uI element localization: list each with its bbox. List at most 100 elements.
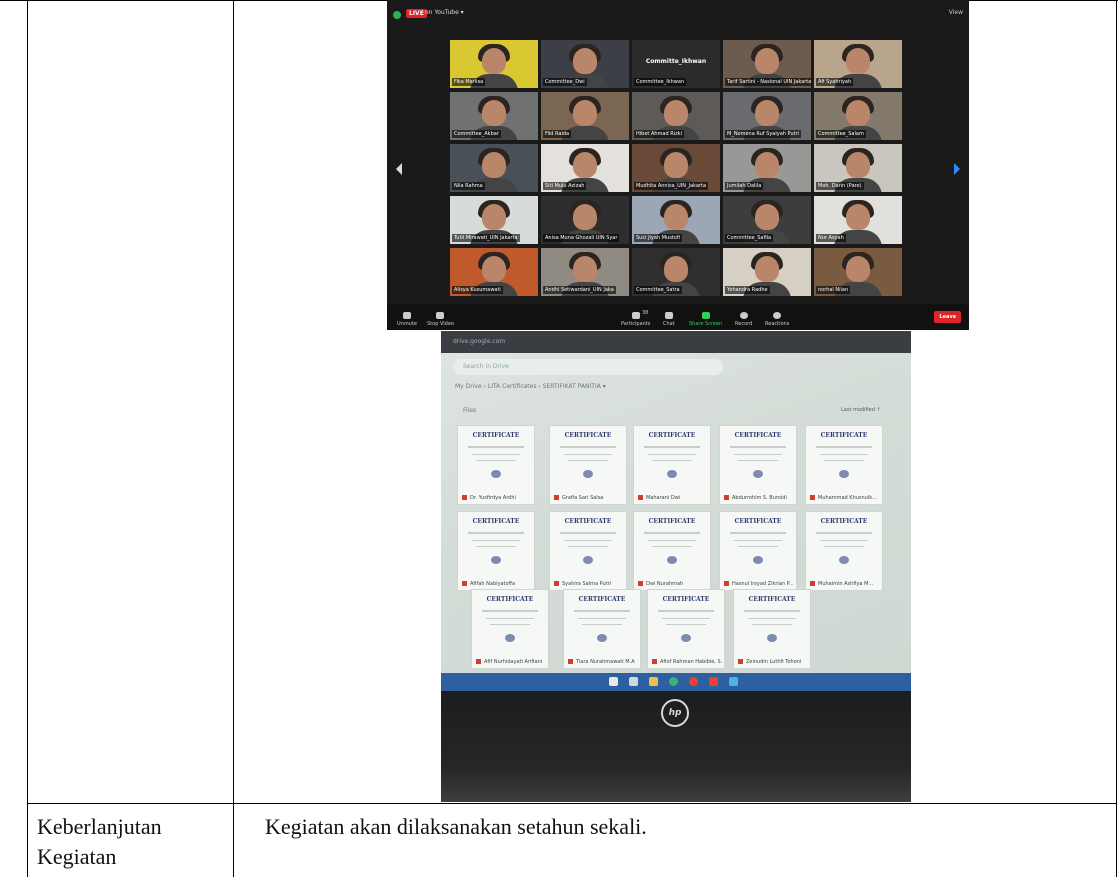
participant-tile: Fild Raida bbox=[541, 92, 629, 140]
reactions-icon bbox=[773, 312, 782, 319]
participant-face bbox=[573, 100, 597, 126]
participant-tile: norhal Nilan bbox=[814, 248, 902, 296]
participant-name: Fild Raida bbox=[543, 130, 572, 138]
chrome-icon bbox=[689, 677, 698, 686]
participant-name: Committee_Satra bbox=[634, 286, 682, 294]
participant-tile: Alisya Kusumawati bbox=[450, 248, 538, 296]
next-page-icon bbox=[954, 163, 960, 175]
camera-icon bbox=[436, 312, 445, 319]
zoom-top-bar: LIVE on YouTube ▾ View bbox=[387, 0, 969, 34]
text-line bbox=[486, 618, 534, 619]
seal-icon bbox=[839, 470, 849, 478]
certificate-file: CERTIFICATE Afifah Nabiyatoffa bbox=[457, 511, 535, 591]
text-line bbox=[644, 446, 700, 448]
text-line bbox=[744, 610, 800, 612]
certificate-title: CERTIFICATE bbox=[648, 518, 696, 525]
certificate-title: CERTIFICATE bbox=[662, 596, 710, 603]
certificate-title: CERTIFICATE bbox=[648, 432, 696, 439]
participant-name: Andhi Setiwardani_UIN Jaka bbox=[543, 286, 616, 294]
seal-icon bbox=[583, 470, 593, 478]
file-name: Grafia Sari Salsa bbox=[554, 495, 624, 501]
leave-button: Leave bbox=[934, 311, 961, 323]
row-label-line-1: Keberlanjutan bbox=[37, 814, 162, 839]
text-line bbox=[564, 540, 612, 541]
text-line bbox=[574, 610, 630, 612]
text-line bbox=[468, 532, 524, 534]
text-line bbox=[738, 460, 778, 461]
file-name: Dwi Nurahmah bbox=[638, 581, 708, 587]
table-left-border bbox=[27, 0, 28, 877]
participant-name: Alisya Kusumawati bbox=[452, 286, 503, 294]
seal-icon bbox=[753, 556, 763, 564]
search-icon bbox=[629, 677, 638, 686]
participant-name: Siti Mulu Azizah bbox=[543, 182, 587, 190]
text-line bbox=[734, 540, 782, 541]
text-line bbox=[472, 454, 520, 455]
edge-icon bbox=[669, 677, 678, 686]
file-name: Abdurrohim S. Buroidi bbox=[724, 495, 794, 501]
certificate-title: CERTIFICATE bbox=[734, 518, 782, 525]
row-label-line-2: Kegiatan bbox=[37, 844, 117, 869]
text-line bbox=[730, 446, 786, 448]
seal-icon bbox=[667, 556, 677, 564]
share-screen-label: Share Screen bbox=[689, 321, 723, 327]
certificate-file: CERTIFICATE Syahira Salma Putri bbox=[549, 511, 627, 591]
seal-icon bbox=[767, 634, 777, 642]
certificate-title: CERTIFICATE bbox=[734, 432, 782, 439]
certificate-file: CERTIFICATE Grafia Sari Salsa bbox=[549, 425, 627, 505]
participant-tile: Mudhita Annisa_UIN_Jakarta bbox=[632, 144, 720, 192]
file-name: Muhaimin Ashfiya M... bbox=[810, 581, 880, 587]
text-line bbox=[824, 460, 864, 461]
participant-face bbox=[482, 100, 506, 126]
zoom-meeting-screenshot: LIVE on YouTube ▾ View Fika Marlisa Commi… bbox=[387, 0, 969, 330]
drive-breadcrumb: My Drive › LITA Certificates › SERTIFIKA… bbox=[455, 383, 606, 390]
seal-icon bbox=[667, 470, 677, 478]
windows-icon bbox=[609, 677, 618, 686]
text-line bbox=[820, 540, 868, 541]
participant-name: Yohandra Radhe bbox=[725, 286, 770, 294]
browser-bar: drive.google.com bbox=[441, 331, 911, 353]
people-icon bbox=[631, 312, 640, 319]
participant-face bbox=[755, 100, 779, 126]
text-line bbox=[734, 454, 782, 455]
participant-tile: Afi Syahriyah bbox=[814, 40, 902, 88]
text-line bbox=[748, 618, 796, 619]
text-line bbox=[648, 454, 696, 455]
text-line bbox=[490, 624, 530, 625]
file-name: Maharani Dwi bbox=[638, 495, 708, 501]
certificate-file: CERTIFICATE Tiara Nurahmawati M.A bbox=[563, 589, 641, 669]
share-screen-button: Share Screen bbox=[689, 312, 722, 327]
stop-video-label: Stop Video bbox=[427, 321, 454, 327]
table-column-divider bbox=[233, 0, 234, 877]
seal-icon bbox=[681, 634, 691, 642]
text-line bbox=[560, 446, 616, 448]
participant-tile: M_Nomena Ruf Syaiyah Putri bbox=[723, 92, 811, 140]
chat-icon bbox=[664, 312, 673, 319]
live-destination: on YouTube ▾ bbox=[425, 9, 464, 16]
sort-label: Last modified ↑ bbox=[841, 407, 881, 413]
drive-search-input: Search in Drive bbox=[453, 359, 723, 375]
participant-face bbox=[482, 152, 506, 178]
participant-face bbox=[664, 100, 688, 126]
seal-icon bbox=[839, 556, 849, 564]
folder-icon bbox=[649, 677, 658, 686]
participant-name: Mudhita Annisa_UIN_Jakarta bbox=[634, 182, 709, 190]
participant-name: Nur Asyah bbox=[816, 234, 846, 242]
text-line bbox=[738, 546, 778, 547]
microphone-icon bbox=[402, 312, 411, 319]
text-line bbox=[568, 546, 608, 547]
app-icon bbox=[729, 677, 738, 686]
file-name: Dr. Yusfirdya Ardhi bbox=[462, 495, 532, 501]
participants-label: Participants bbox=[621, 321, 651, 327]
certificate-file: CERTIFICATE Afif Nurhidayati Arifiani bbox=[471, 589, 549, 669]
participant-face bbox=[846, 256, 870, 282]
participant-face bbox=[482, 48, 506, 74]
participant-name: Committee_Ikhwan bbox=[634, 78, 687, 86]
file-name: Muhammad Khusnulk... bbox=[810, 495, 880, 501]
certificate-file: CERTIFICATE Afiof Rahman Habibie, S... bbox=[647, 589, 725, 669]
certificate-title: CERTIFICATE bbox=[564, 432, 612, 439]
certificate-file: CERTIFICATE Dr. Yusfirdya Ardhi bbox=[457, 425, 535, 505]
participant-name: Hibet Ahmad Rizki bbox=[634, 130, 685, 138]
text-line bbox=[666, 624, 706, 625]
text-line bbox=[816, 532, 872, 534]
